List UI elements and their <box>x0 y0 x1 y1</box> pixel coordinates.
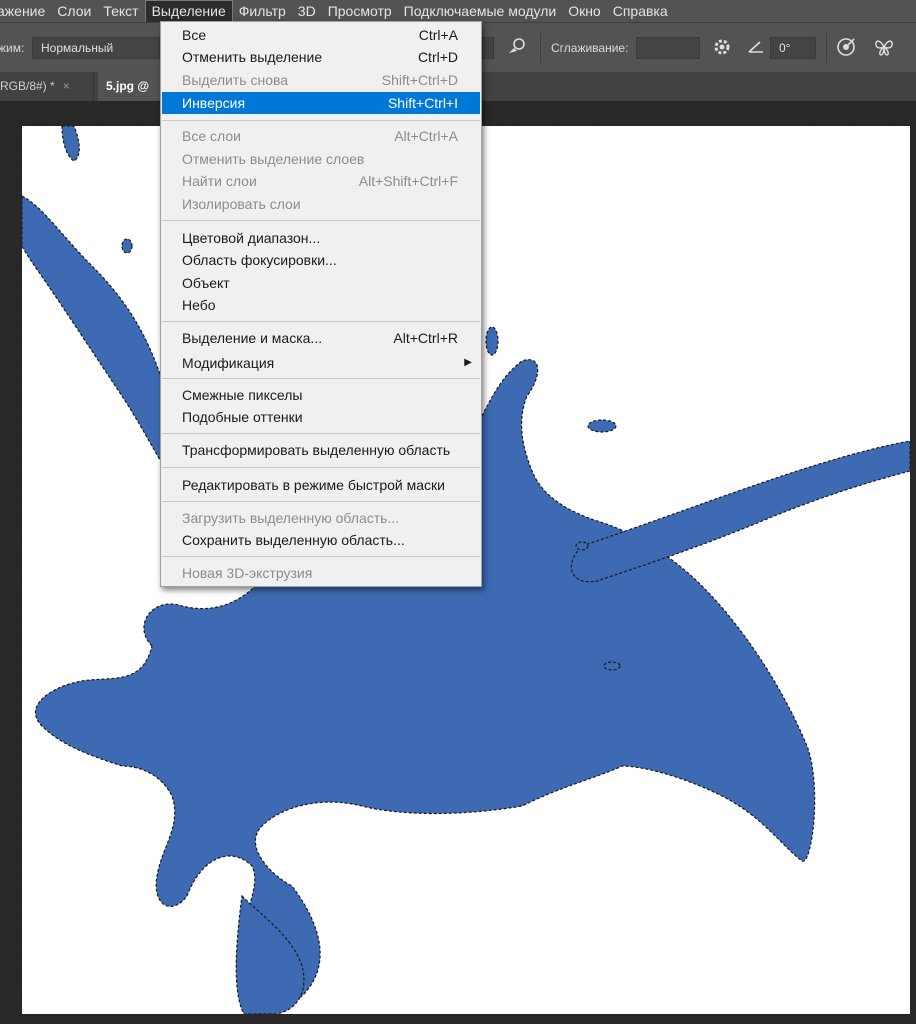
menu-item-select-and-mask-shortcut: Alt+Ctrl+R <box>393 330 458 346</box>
smoothing-label: Сглаживание: <box>551 41 629 55</box>
menu-item-deselect-label: Отменить выделение <box>182 49 323 65</box>
menu-bar: ажение Слои Текст Выделение Фильтр 3D Пр… <box>0 0 916 22</box>
menu-item-deselect-layers-label: Отменить выделение слоев <box>182 151 365 167</box>
menu-item-isolate-layers[interactable]: Изолировать слои <box>162 193 480 215</box>
menu-item-similar-label: Подобные оттенки <box>182 409 303 425</box>
menu-view[interactable]: Просмотр <box>322 0 398 22</box>
tab-document-1-label: RGB/8#) * <box>0 79 55 93</box>
menu-item-load-selection[interactable]: Загрузить выделенную область... <box>162 507 480 529</box>
menu-item-save-selection[interactable]: Сохранить выделенную область... <box>162 529 480 551</box>
angle-icon <box>744 35 768 59</box>
menu-separator <box>162 378 480 379</box>
menu-item-inverse[interactable]: Инверсия Shift+Ctrl+I <box>162 92 480 114</box>
gear-icon[interactable] <box>710 35 734 59</box>
menu-item-transform-selection[interactable]: Трансформировать выделенную область <box>162 439 480 461</box>
mode-select-tail[interactable] <box>482 37 494 59</box>
menu-item-grow[interactable]: Смежные пикселы <box>162 384 480 406</box>
menu-item-focus-area[interactable]: Область фокусировки... <box>162 249 480 271</box>
menu-separator <box>162 321 480 322</box>
menu-item-modify[interactable]: Модификация ▶ <box>162 352 480 374</box>
menu-item-inverse-shortcut: Shift+Ctrl+I <box>387 95 458 111</box>
menu-item-reselect-label: Выделить снова <box>182 72 289 88</box>
options-separator-2 <box>826 33 827 63</box>
menu-item-modify-label: Модификация <box>182 355 275 371</box>
menu-select[interactable]: Выделение <box>144 0 233 22</box>
menu-item-all-label: Все <box>182 27 207 43</box>
menu-item-focus-area-label: Область фокусировки... <box>182 252 337 268</box>
menu-help[interactable]: Справка <box>607 0 674 22</box>
butterfly-icon[interactable] <box>872 35 896 59</box>
menu-item-grow-label: Смежные пикселы <box>182 387 303 403</box>
menu-item-find-layers-shortcut: Alt+Shift+Ctrl+F <box>358 173 458 189</box>
menu-item-quick-mask-label: Редактировать в режиме быстрой маски <box>182 477 445 493</box>
menu-item-subject[interactable]: Объект <box>162 272 480 294</box>
menu-layers[interactable]: Слои <box>51 0 97 22</box>
menu-item-quick-mask[interactable]: Редактировать в режиме быстрой маски <box>162 474 480 496</box>
menu-item-sky-label: Небо <box>182 297 216 313</box>
angle-input[interactable]: 0° <box>770 37 816 59</box>
mode-label: жим: <box>0 41 25 55</box>
menu-item-transform-selection-label: Трансформировать выделенную область <box>182 442 451 458</box>
menu-item-select-and-mask-label: Выделение и маска... <box>182 330 323 346</box>
select-menu-dropdown: Все Ctrl+A Отменить выделение Ctrl+D Выд… <box>160 21 482 587</box>
menu-filter[interactable]: Фильтр <box>233 0 292 22</box>
submenu-arrow-icon: ▶ <box>464 357 472 368</box>
menu-separator <box>162 501 480 502</box>
menu-item-subject-label: Объект <box>182 275 230 291</box>
menu-separator <box>162 220 480 221</box>
menu-item-color-range-label: Цветовой диапазон... <box>182 230 321 246</box>
menu-item-deselect-shortcut: Ctrl+D <box>417 49 458 65</box>
menu-item-reselect-shortcut: Shift+Ctrl+D <box>381 72 458 88</box>
menu-item-3d-extrusion-label: Новая 3D-экструзия <box>182 565 313 581</box>
menu-window[interactable]: Окно <box>562 0 607 22</box>
menu-item-all-layers-label: Все слои <box>182 128 241 144</box>
menu-item-select-and-mask[interactable]: Выделение и маска... Alt+Ctrl+R <box>162 327 480 349</box>
tab-document-1[interactable]: RGB/8#) * × <box>0 72 94 101</box>
menu-separator <box>162 433 480 434</box>
menu-3d[interactable]: 3D <box>292 0 322 22</box>
brush-settings-icon[interactable] <box>504 35 528 59</box>
menu-item-deselect[interactable]: Отменить выделение Ctrl+D <box>162 46 480 68</box>
menu-item-find-layers-label: Найти слои <box>182 173 257 189</box>
menu-item-find-layers[interactable]: Найти слои Alt+Shift+Ctrl+F <box>162 170 480 192</box>
close-icon[interactable]: × <box>63 79 70 93</box>
menu-item-reselect[interactable]: Выделить снова Shift+Ctrl+D <box>162 69 480 91</box>
smoothing-select[interactable] <box>636 37 700 59</box>
menu-type[interactable]: Текст <box>97 0 144 22</box>
menu-image[interactable]: ажение <box>0 0 51 22</box>
menu-item-load-selection-label: Загрузить выделенную область... <box>182 510 400 526</box>
menu-item-all[interactable]: Все Ctrl+A <box>162 24 480 46</box>
options-separator <box>540 33 541 63</box>
menu-item-color-range[interactable]: Цветовой диапазон... <box>162 227 480 249</box>
menu-separator <box>162 556 480 557</box>
menu-plugins[interactable]: Подключаемые модули <box>398 0 563 22</box>
mode-select[interactable]: Нормальный <box>32 37 160 59</box>
tab-document-2-label: 5.jpg @ <box>106 79 150 93</box>
menu-item-3d-extrusion[interactable]: Новая 3D-экструзия <box>162 562 480 584</box>
menu-item-similar[interactable]: Подобные оттенки <box>162 406 480 428</box>
menu-separator <box>162 467 480 468</box>
menu-item-all-layers-shortcut: Alt+Ctrl+A <box>394 128 458 144</box>
menu-item-inverse-label: Инверсия <box>182 95 246 111</box>
menu-item-all-shortcut: Ctrl+A <box>418 27 458 43</box>
menu-item-save-selection-label: Сохранить выделенную область... <box>182 532 405 548</box>
tab-document-2[interactable]: 5.jpg @ <box>98 72 162 101</box>
menu-item-isolate-layers-label: Изолировать слои <box>182 196 301 212</box>
menu-separator <box>162 120 480 121</box>
menu-item-sky[interactable]: Небо <box>162 294 480 316</box>
menu-item-all-layers[interactable]: Все слои Alt+Ctrl+A <box>162 125 480 147</box>
target-icon[interactable] <box>834 35 858 59</box>
menu-item-deselect-layers[interactable]: Отменить выделение слоев <box>162 148 480 170</box>
